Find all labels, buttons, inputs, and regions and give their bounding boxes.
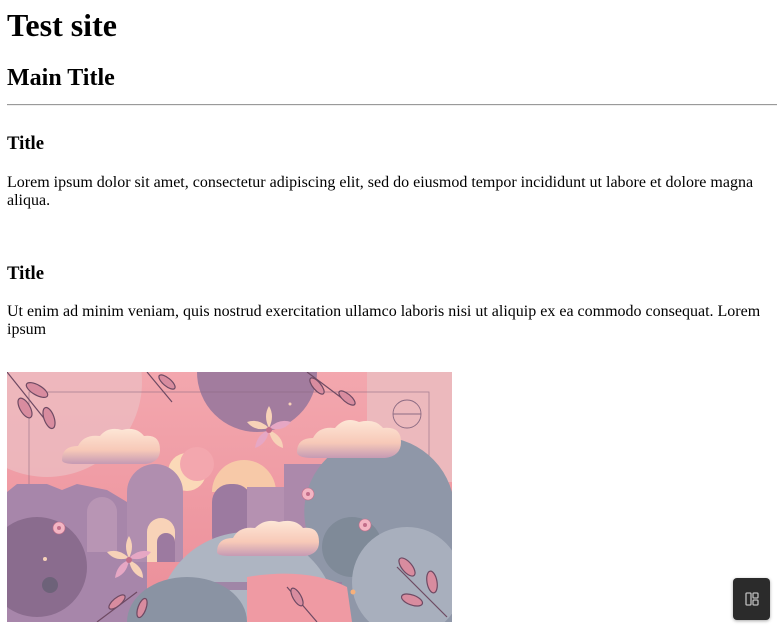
site-title: Test site [7, 7, 117, 43]
hero-illustration [7, 372, 452, 622]
section-1-title: Title [7, 133, 45, 154]
section-2-title: Title [7, 263, 45, 284]
floating-layout-button[interactable] [733, 578, 770, 620]
layout-panels-icon [744, 592, 759, 606]
main-title: Main Title [7, 65, 115, 91]
divider [7, 104, 777, 106]
section-1-text: Lorem ipsum dolor sit amet, consectetur … [7, 174, 754, 209]
section-2-text: Ut enim ad minim veniam, quis nostrud ex… [7, 303, 761, 338]
